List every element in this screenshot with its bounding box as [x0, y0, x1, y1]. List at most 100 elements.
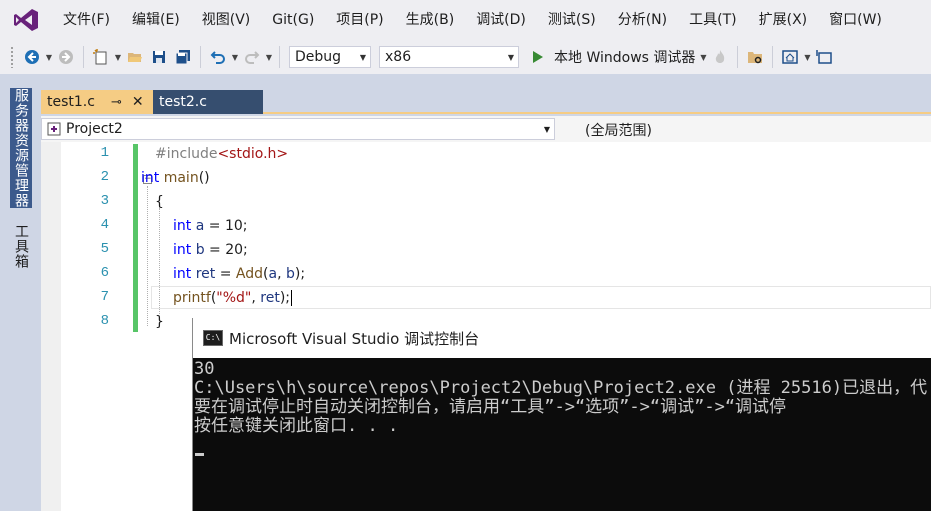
start-debugging-icon[interactable]	[527, 46, 549, 68]
toolbar-separator	[83, 46, 84, 68]
line-number: 1	[100, 145, 109, 161]
menu-bar: 文件(F) 编辑(E) 视图(V) Git(G) 项目(P) 生成(B) 调试(…	[0, 0, 931, 40]
toolbox-tab[interactable]: 工具箱	[10, 224, 32, 272]
menu-analyze[interactable]: 分析(N)	[607, 0, 678, 40]
undo-icon[interactable]	[207, 46, 229, 68]
code-token: int	[173, 218, 192, 234]
code-token: int	[141, 170, 160, 186]
code-token: = 10;	[204, 218, 248, 234]
navigate-forward-icon[interactable]	[55, 46, 77, 68]
tab-test1-c[interactable]: test1.c ⊸ ✕	[41, 90, 153, 114]
menu-git[interactable]: Git(G)	[261, 0, 325, 40]
layout-icon[interactable]	[813, 46, 835, 68]
menu-window[interactable]: 窗口(W)	[818, 0, 893, 40]
tab-label: test1.c	[47, 94, 95, 110]
code-token: ret	[260, 290, 280, 306]
code-line[interactable]: }	[155, 310, 164, 334]
code-line[interactable]: int b = 20;	[173, 238, 248, 262]
start-debugging-dropdown-icon[interactable]: ▼	[698, 46, 708, 68]
menu-tools[interactable]: 工具(T)	[678, 0, 747, 40]
browse-folder-icon[interactable]	[744, 46, 766, 68]
debug-console-window[interactable]: C:\ Microsoft Visual Studio 调试控制台 30 C:\…	[192, 318, 931, 511]
code-token: );	[279, 290, 291, 306]
console-line: 按任意键关闭此窗口. . .	[194, 416, 399, 436]
toolbar-overflow-icon[interactable]: ▼	[802, 46, 812, 68]
editor-margin	[41, 142, 61, 511]
line-number: 7	[100, 289, 109, 305]
text-caret	[291, 290, 293, 306]
code-token: int	[173, 242, 192, 258]
code-line[interactable]: int main()	[141, 166, 210, 190]
line-number: 5	[100, 241, 109, 257]
code-line[interactable]: int a = 10;	[173, 214, 247, 238]
navigate-back-dropdown-icon[interactable]: ▼	[44, 46, 54, 68]
code-token: a	[268, 266, 278, 282]
code-line[interactable]: printf("%d", ret);	[173, 286, 293, 310]
hot-reload-icon[interactable]	[709, 46, 731, 68]
toolbar-grip[interactable]	[10, 46, 14, 68]
menu-edit[interactable]: 编辑(E)	[121, 0, 191, 40]
code-token: );	[294, 266, 306, 282]
change-tracking-bar	[133, 144, 138, 332]
code-token: ,	[251, 290, 261, 306]
code-token: b	[195, 242, 205, 258]
scope-dropdown[interactable]: (全局范围)	[585, 120, 652, 140]
menu-build[interactable]: 生成(B)	[395, 0, 466, 40]
navigate-back-icon[interactable]	[21, 46, 43, 68]
code-token: Add	[235, 266, 264, 282]
redo-dropdown-icon[interactable]: ▼	[264, 46, 274, 68]
menu-debug[interactable]: 调试(D)	[465, 0, 537, 40]
new-project-icon[interactable]	[90, 46, 112, 68]
side-tool-strip: 服务器资源管理器 工具箱	[0, 76, 41, 511]
project-icon	[46, 122, 62, 136]
document-tab-bar: test1.c ⊸ ✕ test2.c	[41, 88, 931, 114]
tab-label: test2.c	[159, 94, 207, 110]
code-line[interactable]: #include<stdio.h>	[155, 142, 288, 166]
standard-toolbar: ▼ ▼ ▼ ▼ Debug ▼ x86 ▼ 本地 Windows 调试器 ▼ ▼	[0, 40, 931, 75]
console-output[interactable]: 30 C:\Users\h\source\repos\Project2\Debu…	[193, 358, 931, 511]
line-number: 8	[100, 313, 109, 329]
start-debugging-button[interactable]: 本地 Windows 调试器	[554, 47, 695, 67]
code-token: <stdio.h>	[217, 146, 289, 162]
line-number: 6	[100, 265, 109, 281]
redo-icon[interactable]	[241, 46, 263, 68]
code-token: }	[155, 314, 164, 330]
pin-icon[interactable]: ⊸	[111, 95, 122, 110]
tab-test2-c[interactable]: test2.c	[153, 90, 263, 114]
menu-view[interactable]: 视图(V)	[191, 0, 262, 40]
menu-extensions[interactable]: 扩展(X)	[748, 0, 819, 40]
home-icon[interactable]	[779, 46, 801, 68]
code-token: ret	[195, 266, 216, 282]
save-all-icon[interactable]	[172, 46, 194, 68]
solution-platform-select[interactable]: x86 ▼	[379, 46, 519, 68]
console-app-icon: C:\	[203, 330, 223, 346]
code-line[interactable]: {	[155, 190, 164, 214]
code-token: b	[286, 266, 295, 282]
console-line: 30	[194, 359, 215, 379]
code-token: {	[155, 194, 164, 210]
console-title-bar[interactable]: C:\ Microsoft Visual Studio 调试控制台	[193, 318, 931, 358]
line-number: 2	[100, 169, 109, 185]
menu-file[interactable]: 文件(F)	[52, 0, 121, 40]
menu-test[interactable]: 测试(S)	[537, 0, 607, 40]
close-icon[interactable]: ✕	[132, 94, 144, 110]
code-token: #include	[155, 146, 218, 162]
code-token: printf	[173, 290, 211, 306]
code-token: = 20;	[204, 242, 248, 258]
save-icon[interactable]	[148, 46, 170, 68]
open-file-icon[interactable]	[124, 46, 146, 68]
console-cursor	[195, 453, 204, 456]
line-number: 4	[100, 217, 109, 233]
project-dropdown[interactable]: Project2 ▼	[41, 118, 555, 140]
undo-dropdown-icon[interactable]: ▼	[230, 46, 240, 68]
code-token: int	[173, 266, 192, 282]
code-token: ,	[277, 266, 286, 282]
code-line[interactable]: int ret = Add(a, b);	[173, 262, 305, 286]
solution-configuration-select[interactable]: Debug ▼	[289, 46, 371, 68]
visual-studio-logo-icon[interactable]	[0, 0, 52, 40]
console-window-title: Microsoft Visual Studio 调试控制台	[229, 329, 480, 348]
server-explorer-tab[interactable]: 服务器资源管理器	[10, 88, 32, 208]
code-token: ()	[198, 170, 210, 186]
new-project-dropdown-icon[interactable]: ▼	[113, 46, 123, 68]
menu-project[interactable]: 项目(P)	[325, 0, 394, 40]
